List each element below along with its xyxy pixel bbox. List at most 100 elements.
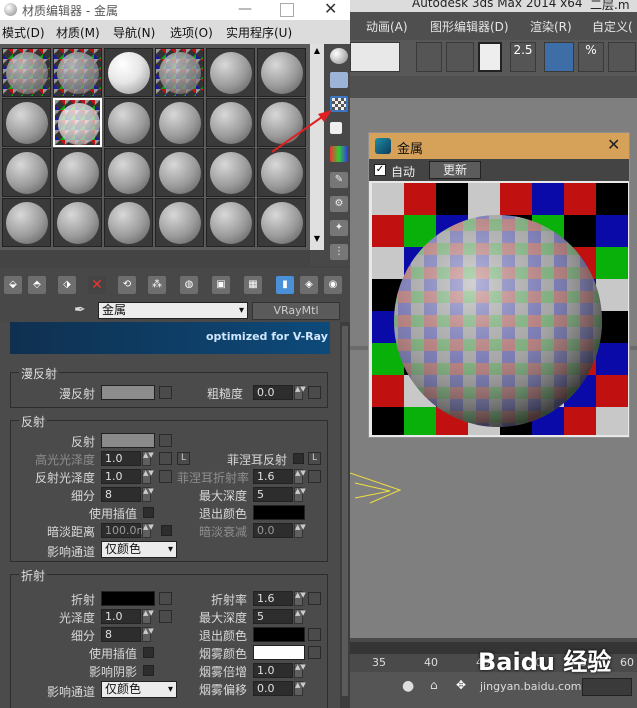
reflect-map-button[interactable]: [159, 434, 172, 447]
go-forward-sibling-icon[interactable]: ◈: [300, 276, 318, 294]
material-slot-21[interactable]: [104, 198, 153, 247]
material-slot-6[interactable]: [257, 48, 306, 97]
percent-snap-icon[interactable]: %: [578, 42, 604, 72]
material-slot-1[interactable]: [2, 48, 51, 97]
material-slot-9[interactable]: [104, 98, 153, 147]
affect-shadows-checkbox[interactable]: [143, 665, 154, 676]
material-slot-2[interactable]: [53, 48, 102, 97]
assign-to-selection-icon[interactable]: ⬗: [58, 276, 76, 294]
select-by-material-icon[interactable]: ✦: [330, 220, 348, 236]
go-to-parent-icon[interactable]: ▮: [276, 276, 294, 294]
scroll-down-icon[interactable]: ▼: [311, 234, 323, 244]
menu-utilities[interactable]: 实用程序(U): [226, 24, 292, 41]
layer-icon[interactable]: [478, 42, 502, 72]
max-menu-rendering[interactable]: 渲染(R): [530, 18, 572, 35]
max-menu-animation[interactable]: 动画(A): [366, 18, 408, 35]
refl-gloss-input[interactable]: 1.0: [101, 469, 141, 484]
reflection-section-title[interactable]: 反射: [19, 413, 48, 430]
snap-toggle-icon[interactable]: 2.5: [510, 42, 536, 72]
show-end-result-icon[interactable]: ▦: [244, 276, 262, 294]
material-slot-10[interactable]: [155, 98, 204, 147]
hilight-lock-button[interactable]: L: [177, 452, 190, 465]
refl-gloss-spinner[interactable]: ▲▼: [142, 469, 154, 484]
dim-distance-checkbox[interactable]: [161, 525, 172, 536]
dim-falloff-spinner[interactable]: ▲▼: [294, 523, 306, 538]
update-button[interactable]: 更新: [429, 161, 481, 179]
spinner-snap-icon[interactable]: [608, 42, 636, 72]
material-slot-24[interactable]: [257, 198, 306, 247]
refraction-section-title[interactable]: 折射: [19, 567, 48, 584]
roughness-spinner[interactable]: ▲▼: [294, 385, 306, 400]
slots-scrollbar[interactable]: ▲ ▼: [310, 44, 324, 250]
parameters-scrollbar[interactable]: [340, 322, 350, 708]
put-to-scene-icon[interactable]: ⬘: [28, 276, 46, 294]
material-slot-7[interactable]: [2, 98, 51, 147]
reset-map-icon[interactable]: ✕: [88, 276, 106, 294]
refr-gloss-map-button[interactable]: [159, 610, 172, 623]
maximize-icon[interactable]: [280, 3, 294, 17]
refr-max-depth-input[interactable]: 5: [253, 609, 293, 624]
subdivs-input[interactable]: 8: [101, 487, 141, 502]
selection-set-dropdown[interactable]: [350, 42, 400, 72]
fog-mult-spinner[interactable]: ▲▼: [294, 663, 306, 678]
refract-color-swatch[interactable]: [101, 591, 155, 606]
ior-map-button[interactable]: [308, 592, 321, 605]
material-slot-3[interactable]: [104, 48, 153, 97]
sample-type-icon[interactable]: [330, 48, 348, 64]
transform-icon[interactable]: ✥: [456, 678, 472, 694]
fresnel-ior-input[interactable]: 1.6: [253, 469, 293, 484]
material-slot-11[interactable]: [206, 98, 255, 147]
menu-options[interactable]: 选项(O): [170, 24, 213, 41]
refr-max-depth-spinner[interactable]: ▲▼: [294, 609, 306, 624]
ior-spinner[interactable]: ▲▼: [294, 591, 306, 606]
get-material-icon[interactable]: ⬙: [4, 276, 22, 294]
auto-checkbox[interactable]: ✓: [374, 164, 386, 176]
roughness-map-button[interactable]: [308, 386, 321, 399]
affect-channels-dropdown[interactable]: 仅颜色: [101, 541, 177, 558]
material-map-navigator-icon[interactable]: ⋮: [330, 244, 348, 260]
light-icon[interactable]: ●: [402, 678, 416, 696]
minimize-icon[interactable]: —: [238, 1, 254, 17]
refr-exit-color-swatch[interactable]: [253, 627, 305, 642]
material-slot-13[interactable]: [2, 148, 51, 197]
material-slot-15[interactable]: [104, 148, 153, 197]
max-depth-spinner[interactable]: ▲▼: [294, 487, 306, 502]
preview-close-icon[interactable]: ✕: [607, 135, 620, 154]
angle-snap-icon[interactable]: [544, 42, 574, 72]
fog-mult-input[interactable]: 1.0: [253, 663, 293, 678]
material-slot-17[interactable]: [206, 148, 255, 197]
options-icon[interactable]: ⚙: [330, 196, 348, 212]
refr-use-interp-checkbox[interactable]: [143, 647, 154, 658]
material-id-channel-icon[interactable]: ◍: [180, 276, 198, 294]
align-icon[interactable]: [446, 42, 474, 72]
diffuse-map-button[interactable]: [159, 386, 172, 399]
hilight-gloss-map-button[interactable]: [159, 452, 172, 465]
material-slot-18[interactable]: [257, 148, 306, 197]
material-type-button[interactable]: VRayMtl: [252, 302, 340, 320]
refl-gloss-map-button[interactable]: [159, 470, 172, 483]
material-slot-23[interactable]: [206, 198, 255, 247]
fog-bias-spinner[interactable]: ▲▼: [294, 681, 306, 696]
use-interp-checkbox[interactable]: [143, 507, 154, 518]
show-shaded-icon[interactable]: ▣: [212, 276, 230, 294]
material-slot-22[interactable]: [155, 198, 204, 247]
dim-falloff-input[interactable]: 0.0: [253, 523, 293, 538]
fresnel-checkbox[interactable]: [293, 453, 304, 464]
refr-gloss-input[interactable]: 1.0: [101, 609, 141, 624]
fog-map-button[interactable]: [308, 646, 321, 659]
material-name-field[interactable]: 金属: [98, 302, 248, 319]
max-menu-customize[interactable]: 自定义(: [592, 18, 633, 35]
dim-distance-input[interactable]: 100.0m: [101, 523, 147, 538]
refract-map-button[interactable]: [159, 592, 172, 605]
refr-affect-channels-dropdown[interactable]: 仅颜色: [101, 681, 177, 698]
material-slot-12[interactable]: [257, 98, 306, 147]
refr-gloss-spinner[interactable]: ▲▼: [142, 609, 154, 624]
hilight-gloss-spinner[interactable]: ▲▼: [142, 451, 154, 466]
material-slot-5[interactable]: [206, 48, 255, 97]
diffuse-color-swatch[interactable]: [101, 385, 155, 400]
menu-mode[interactable]: 模式(D): [2, 24, 45, 41]
eyedropper-icon[interactable]: ✒: [74, 302, 92, 320]
material-slot-4[interactable]: [155, 48, 204, 97]
dim-distance-spinner[interactable]: ▲▼: [142, 523, 154, 538]
roughness-input[interactable]: 0.0: [253, 385, 293, 400]
